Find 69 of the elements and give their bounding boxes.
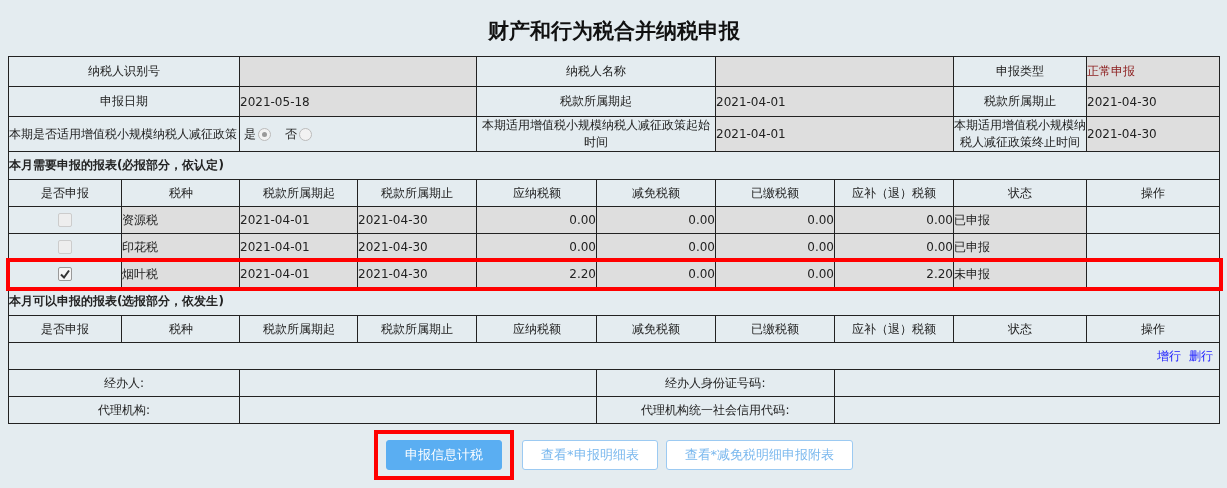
table-cell: 已申报	[953, 206, 1087, 234]
table-cell: 0.00	[715, 206, 835, 234]
section-title: 本月需要申报的报表(必报部分，依认定)	[8, 151, 1220, 180]
column-header: 是否申报	[8, 179, 122, 207]
checkbox[interactable]	[58, 267, 72, 282]
field-label: 经办人身份证号码:	[596, 369, 835, 397]
column-header: 税款所属期止	[357, 315, 477, 343]
column-header: 应补（退）税额	[834, 179, 954, 207]
field-label: 税款所属期止	[953, 86, 1087, 117]
column-header: 操作	[1086, 179, 1220, 207]
table-cell: 2021-04-01	[239, 260, 358, 288]
table-cell: 2021-04-30	[357, 206, 477, 234]
page-title: 财产和行为税合并纳税申报	[486, 18, 741, 45]
table-cell: 未申报	[953, 260, 1087, 288]
radio-button[interactable]	[258, 127, 271, 141]
checkbox[interactable]	[58, 213, 72, 228]
action-button[interactable]: 查看*申报明细表	[522, 440, 658, 470]
radio-label: 否	[285, 125, 297, 143]
table-cell: 资源税	[121, 206, 240, 234]
field-label: 申报类型	[953, 56, 1087, 87]
column-header: 税款所属期起	[239, 179, 358, 207]
field-label: 本期是否适用增值税小规模纳税人减征政策	[8, 116, 240, 152]
field-value: 2021-04-01	[715, 116, 954, 152]
column-header: 减免税额	[596, 179, 716, 207]
column-header: 已缴税额	[715, 315, 835, 343]
field-label: 申报日期	[8, 86, 240, 117]
field-value: 2021-04-01	[715, 86, 954, 117]
radio-label: 是	[244, 125, 256, 143]
column-header: 应纳税额	[476, 315, 597, 343]
table-cell: 2021-04-01	[239, 206, 358, 234]
field-label: 税款所属期起	[476, 86, 716, 117]
column-header: 应纳税额	[476, 179, 597, 207]
field-value: 2021-05-18	[239, 86, 477, 117]
column-header: 应补（退）税额	[834, 315, 954, 343]
table-cell: 烟叶税	[121, 260, 240, 288]
table-cell: 0.00	[834, 206, 954, 234]
field-label: 本期适用增值税小规模纳税人减征政策起始时间	[476, 116, 716, 152]
action-button[interactable]: 申报信息计税	[386, 440, 502, 470]
action-button[interactable]: 查看*减免税明细申报附表	[665, 440, 853, 470]
table-cell: 0.00	[596, 206, 716, 234]
field-label: 经办人:	[8, 369, 240, 397]
checkbox[interactable]	[58, 240, 72, 255]
table-cell: 0.00	[596, 260, 716, 288]
link[interactable]: 增行	[1157, 348, 1181, 363]
table-cell: 2.20	[834, 260, 954, 288]
column-header: 减免税额	[596, 315, 716, 343]
field-label: 代理机构统一社会信用代码:	[596, 396, 835, 424]
table-cell: 2021-04-30	[357, 260, 477, 288]
radio-button[interactable]	[299, 127, 312, 141]
table-cell: 2.20	[476, 260, 597, 288]
column-header: 税种	[121, 179, 240, 207]
column-header: 税种	[121, 315, 240, 343]
field-value: 2021-04-30	[1086, 116, 1220, 152]
column-header: 状态	[953, 315, 1087, 343]
field-label: 纳税人识别号	[8, 56, 240, 87]
column-header: 已缴税额	[715, 179, 835, 207]
column-header: 税款所属期止	[357, 179, 477, 207]
table-cell: 0.00	[715, 260, 835, 288]
column-header: 状态	[953, 179, 1087, 207]
field-value: 正常申报	[1086, 56, 1220, 87]
column-header: 是否申报	[8, 315, 122, 343]
field-value: 2021-04-30	[1086, 86, 1220, 117]
field-label: 纳税人名称	[476, 56, 716, 87]
column-header: 税款所属期起	[239, 315, 358, 343]
column-header: 操作	[1086, 315, 1220, 343]
table-cell: 0.00	[476, 206, 597, 234]
link[interactable]: 删行	[1189, 348, 1213, 363]
field-label: 代理机构:	[8, 396, 240, 424]
field-label: 本期适用增值税小规模纳税人减征政策终止时间	[953, 116, 1087, 152]
